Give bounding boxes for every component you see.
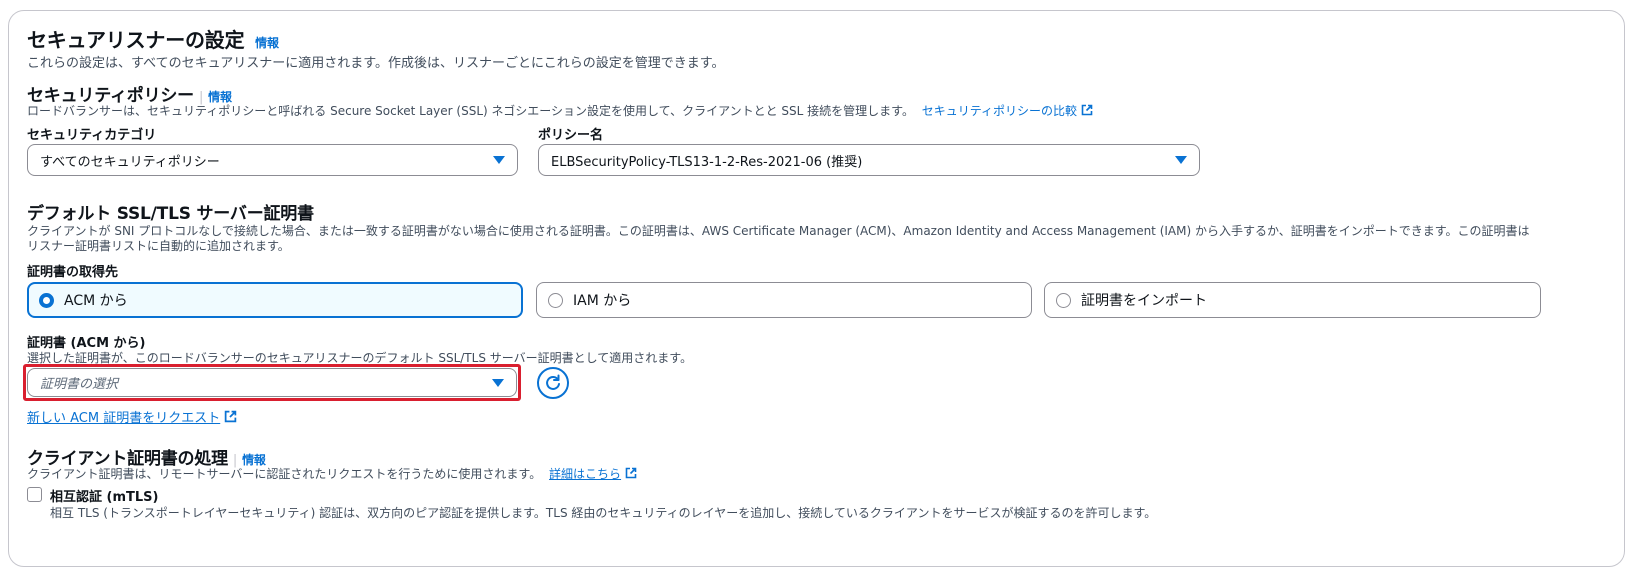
cert-source-label: 証明書の取得先 <box>27 265 119 280</box>
mtls-label[interactable]: 相互認証 (mTLS) <box>50 486 158 505</box>
client-cert-description: クライアント証明書は、リモートサーバーに認証されたリクエストを行うために使用され… <box>27 465 637 482</box>
radio-selected-icon[interactable] <box>39 292 54 308</box>
section-description: これらの設定は、すべてのセキュアリスナーに適用されます。作成後は、リスナーごとに… <box>27 56 725 71</box>
policy-name-value: ELBSecurityPolicy-TLS13-1-2-Res-2021-06 … <box>551 154 863 170</box>
security-policy-description: ロードバランサーは、セキュリティポリシーと呼ばれる Secure Socket … <box>27 102 1093 119</box>
radio-icon[interactable] <box>1056 292 1071 308</box>
caret-down-icon <box>492 378 504 387</box>
details-link[interactable]: 詳細はこちら <box>549 467 637 481</box>
security-category-select[interactable]: すべてのセキュリティポリシー <box>27 144 518 176</box>
external-link-icon <box>625 467 637 479</box>
section-title: セキュアリスナーの設定 情報 <box>27 24 279 53</box>
default-cert-description: クライアントが SNI プロトコルなしで接続した場合、または一致する証明書がない… <box>27 224 1530 253</box>
radio-icon[interactable] <box>548 292 563 308</box>
source-option-import[interactable]: 証明書をインポート <box>1044 282 1541 318</box>
refresh-icon <box>546 374 560 390</box>
section-info-link[interactable]: 情報 <box>255 36 279 50</box>
certificate-select[interactable]: 証明書の選択 <box>27 368 517 397</box>
source-option-import-label: 証明書をインポート <box>1081 293 1207 309</box>
policy-name-label: ポリシー名 <box>538 128 604 143</box>
certificate-select-placeholder: 証明書の選択 <box>40 377 119 392</box>
mtls-description: 相互 TLS (トランスポートレイヤーセキュリティ) 認証は、双方向のピア認証を… <box>50 506 1157 520</box>
mtls-checkbox[interactable] <box>27 487 42 502</box>
source-option-iam[interactable]: IAM から <box>536 282 1032 318</box>
details-link-text: 詳細はこちら <box>549 467 622 481</box>
request-cert-link[interactable]: 新しい ACM 証明書をリクエスト <box>27 407 237 426</box>
section-title-text: セキュアリスナーの設定 <box>27 28 245 52</box>
external-link-icon <box>224 410 237 423</box>
client-cert-description-text: クライアント証明書は、リモートサーバーに認証されたリクエストを行うために使用され… <box>27 467 542 481</box>
source-option-acm[interactable]: ACM から <box>27 282 523 318</box>
compare-policies-link[interactable]: セキュリティポリシーの比較 <box>922 104 1093 118</box>
caret-down-icon <box>1175 156 1187 164</box>
source-option-iam-label: IAM から <box>573 293 632 309</box>
caret-down-icon <box>493 156 505 164</box>
request-cert-link-text: 新しい ACM 証明書をリクエスト <box>27 411 221 426</box>
policy-name-select[interactable]: ELBSecurityPolicy-TLS13-1-2-Res-2021-06 … <box>538 144 1200 176</box>
compare-policies-link-text: セキュリティポリシーの比較 <box>921 104 1078 118</box>
default-cert-title: デフォルト SSL/TLS サーバー証明書 <box>27 204 314 224</box>
external-link-icon <box>1081 104 1093 116</box>
security-category-value: すべてのセキュリティポリシー <box>40 154 220 170</box>
security-category-label: セキュリティカテゴリ <box>27 128 157 143</box>
source-option-acm-label: ACM から <box>64 293 128 309</box>
security-policy-description-text: ロードバランサーは、セキュリティポリシーと呼ばれる Secure Socket … <box>27 104 914 118</box>
refresh-button[interactable] <box>537 367 569 399</box>
